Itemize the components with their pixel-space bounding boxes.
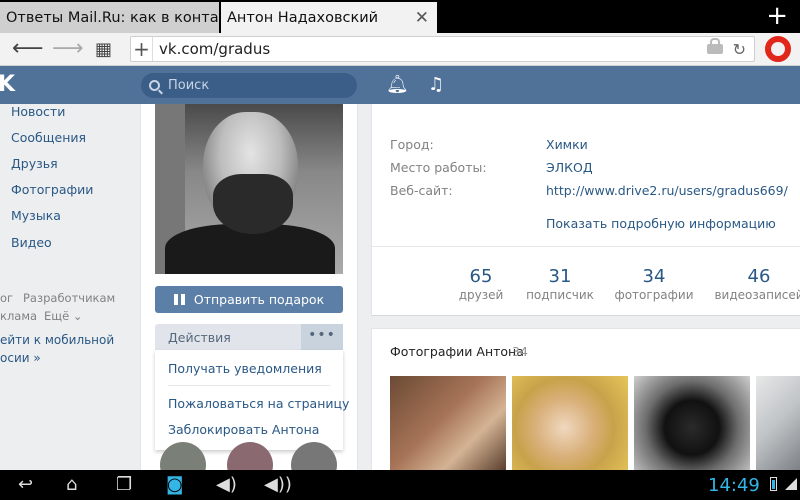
photos-section-count: 34 bbox=[512, 344, 528, 359]
actions-menu: Получать уведомления Пожаловаться на стр… bbox=[155, 350, 349, 450]
tab-profile[interactable]: Антон Надаховский ✕ bbox=[221, 2, 437, 33]
sidebar-item-friends[interactable]: Друзья bbox=[11, 156, 58, 171]
gift-icon bbox=[173, 294, 185, 305]
photo-thumbnail[interactable] bbox=[634, 376, 750, 470]
info-city-value[interactable]: Химки bbox=[546, 137, 588, 152]
info-work-value[interactable]: ЭЛКОД bbox=[546, 160, 593, 175]
tab-strip: Ответы Mail.Ru: как в контакт Антон Нада… bbox=[0, 0, 800, 33]
more-dots-icon[interactable]: ••• bbox=[301, 324, 343, 350]
android-system-bar: ↩ ⌂ ❐ ◙ ◀) ◀)) 14:49 bbox=[0, 470, 800, 500]
battery-icon bbox=[770, 477, 777, 491]
send-gift-button[interactable]: Отправить подарок bbox=[155, 286, 343, 313]
footer-mobile-link[interactable]: ейти к мобильной bbox=[0, 333, 114, 347]
send-gift-label: Отправить подарок bbox=[193, 292, 325, 307]
footer-more-link[interactable]: Ещё ⌄ bbox=[44, 309, 82, 323]
tab-title: Ответы Mail.Ru: как в контакт bbox=[6, 9, 219, 26]
photos-label[interactable]: фотографии bbox=[604, 288, 704, 302]
search-placeholder: Поиск bbox=[168, 78, 210, 93]
reload-icon[interactable]: ↻ bbox=[733, 40, 746, 59]
notifications-bell-icon[interactable]: 🔔︎ bbox=[386, 74, 409, 95]
forward-arrow-icon[interactable]: ⟶ bbox=[52, 36, 84, 61]
photos-section-title[interactable]: Фотографии Антона bbox=[390, 344, 524, 359]
info-website-value[interactable]: http://www.drive2.ru/users/gradus669/ bbox=[546, 183, 788, 198]
followers-label[interactable]: подписчик bbox=[510, 288, 610, 302]
vk-logo[interactable]: K bbox=[0, 72, 15, 97]
search-icon bbox=[149, 80, 160, 91]
photo-beard bbox=[213, 174, 293, 234]
page-content: Новости Сообщения Друзья Фотографии Музы… bbox=[0, 104, 800, 470]
back-arrow-icon[interactable]: ⟵ bbox=[12, 36, 44, 61]
sidebar-item-video[interactable]: Видео bbox=[11, 235, 52, 250]
actions-dropdown[interactable]: Действия ••• bbox=[155, 324, 343, 350]
menu-item-report[interactable]: Пожаловаться на страницу bbox=[168, 396, 349, 411]
signal-icon bbox=[785, 478, 797, 490]
photos-count[interactable]: 34 bbox=[609, 266, 699, 287]
sidebar-item-music[interactable]: Музыка bbox=[11, 208, 61, 223]
footer-developers-link[interactable]: Разработчикам bbox=[23, 291, 115, 305]
speed-dial-grid-icon[interactable]: ▦ bbox=[95, 39, 112, 60]
address-bar[interactable]: + vk.com/gradus ↻ bbox=[130, 36, 755, 62]
info-work-label: Место работы: bbox=[390, 160, 487, 175]
recent-apps-icon[interactable]: ❐ bbox=[116, 474, 132, 495]
opera-menu-icon[interactable] bbox=[765, 36, 791, 62]
photo-thumbnail[interactable] bbox=[512, 376, 628, 470]
tab-mail-answers[interactable]: Ответы Mail.Ru: как в контакт bbox=[0, 2, 219, 33]
volume-down-icon[interactable]: ◀) bbox=[216, 474, 237, 495]
info-divider bbox=[372, 246, 800, 247]
actions-label: Действия bbox=[168, 329, 231, 345]
footer-blog-link[interactable]: ог bbox=[0, 291, 13, 305]
menu-item-block[interactable]: Заблокировать Антона bbox=[168, 422, 319, 437]
sidebar-item-messages[interactable]: Сообщения bbox=[11, 130, 86, 145]
tab-title: Антон Надаховский bbox=[227, 9, 379, 26]
browser-toolbar: ⟵ ⟶ ▦ + vk.com/gradus ↻ bbox=[0, 33, 800, 66]
sidebar-item-news[interactable]: Новости bbox=[11, 104, 65, 119]
screenshot-camera-icon[interactable]: ◙ bbox=[166, 474, 183, 495]
videos-count[interactable]: 46 bbox=[714, 266, 800, 287]
menu-divider bbox=[168, 385, 330, 386]
info-city-label: Город: bbox=[390, 137, 434, 152]
followers-count[interactable]: 31 bbox=[515, 266, 605, 287]
back-icon[interactable]: ↩ bbox=[18, 474, 33, 495]
add-bookmark-icon[interactable]: + bbox=[131, 37, 153, 61]
info-website-label: Веб-сайт: bbox=[390, 183, 453, 198]
new-tab-button[interactable]: + bbox=[766, 2, 788, 30]
photo-thumbnail[interactable] bbox=[390, 376, 506, 470]
friends-count[interactable]: 65 bbox=[436, 266, 526, 287]
clock: 14:49 bbox=[708, 475, 760, 496]
volume-up-icon[interactable]: ◀)) bbox=[264, 474, 292, 495]
close-tab-icon[interactable]: ✕ bbox=[415, 8, 429, 28]
show-details-link[interactable]: Показать подробную информацию bbox=[546, 216, 776, 231]
search-input[interactable]: Поиск bbox=[141, 73, 357, 98]
menu-item-notifications[interactable]: Получать уведомления bbox=[168, 361, 322, 376]
sidebar-item-photos[interactable]: Фотографии bbox=[11, 182, 93, 197]
footer-mobile-link-cont[interactable]: осии » bbox=[0, 351, 41, 365]
footer-ads-link[interactable]: клама bbox=[0, 309, 37, 323]
profile-photo[interactable] bbox=[155, 104, 343, 274]
videos-label[interactable]: видеозаписей bbox=[709, 288, 800, 302]
vk-header: K Поиск 🔔︎ ♫ bbox=[0, 66, 800, 104]
photo-thumbnail[interactable] bbox=[756, 376, 800, 470]
lock-icon bbox=[706, 38, 723, 54]
url-text[interactable]: vk.com/gradus bbox=[153, 40, 707, 58]
music-note-icon[interactable]: ♫ bbox=[428, 74, 444, 95]
home-icon[interactable]: ⌂ bbox=[66, 474, 77, 495]
